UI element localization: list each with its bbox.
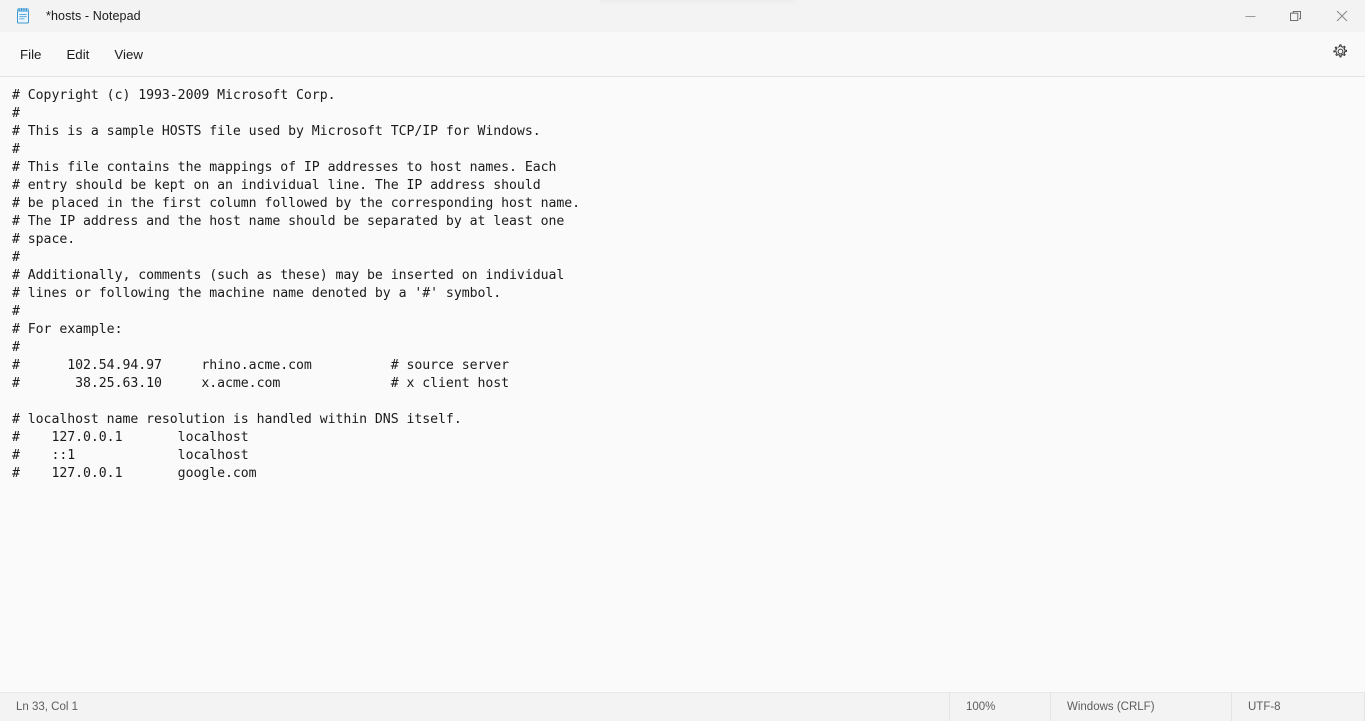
- menu-bar: File Edit View: [0, 32, 1365, 77]
- text-editor-area[interactable]: # Copyright (c) 1993-2009 Microsoft Corp…: [0, 77, 1365, 692]
- status-bar-right: 100% Windows (CRLF) UTF-8: [949, 693, 1365, 721]
- window-title: *hosts - Notepad: [46, 9, 141, 23]
- notepad-icon: [14, 7, 32, 25]
- editor-content[interactable]: # Copyright (c) 1993-2009 Microsoft Corp…: [0, 77, 1365, 483]
- title-bar: *hosts - Notepad: [0, 0, 1365, 32]
- close-icon: [1336, 10, 1348, 22]
- encoding-status[interactable]: UTF-8: [1231, 693, 1365, 721]
- minimize-button[interactable]: [1227, 0, 1273, 32]
- tab-strip-edge: [598, 0, 798, 5]
- status-bar: Ln 33, Col 1 100% Windows (CRLF) UTF-8: [0, 692, 1365, 721]
- line-ending-status[interactable]: Windows (CRLF): [1050, 693, 1231, 721]
- cursor-position-status[interactable]: Ln 33, Col 1: [0, 701, 78, 713]
- gear-icon: [1332, 43, 1349, 65]
- notepad-window: *hosts - Notepad File Edit View # Copyri…: [0, 0, 1365, 721]
- restore-icon: [1290, 10, 1302, 22]
- settings-button[interactable]: [1325, 39, 1355, 69]
- minimize-icon: [1245, 11, 1256, 22]
- menu-item-file[interactable]: File: [9, 42, 52, 67]
- menu-item-view[interactable]: View: [103, 42, 154, 67]
- maximize-button[interactable]: [1273, 0, 1319, 32]
- close-button[interactable]: [1319, 0, 1365, 32]
- zoom-level-status[interactable]: 100%: [949, 693, 1050, 721]
- window-controls: [1227, 0, 1365, 32]
- menu-item-edit[interactable]: Edit: [55, 42, 100, 67]
